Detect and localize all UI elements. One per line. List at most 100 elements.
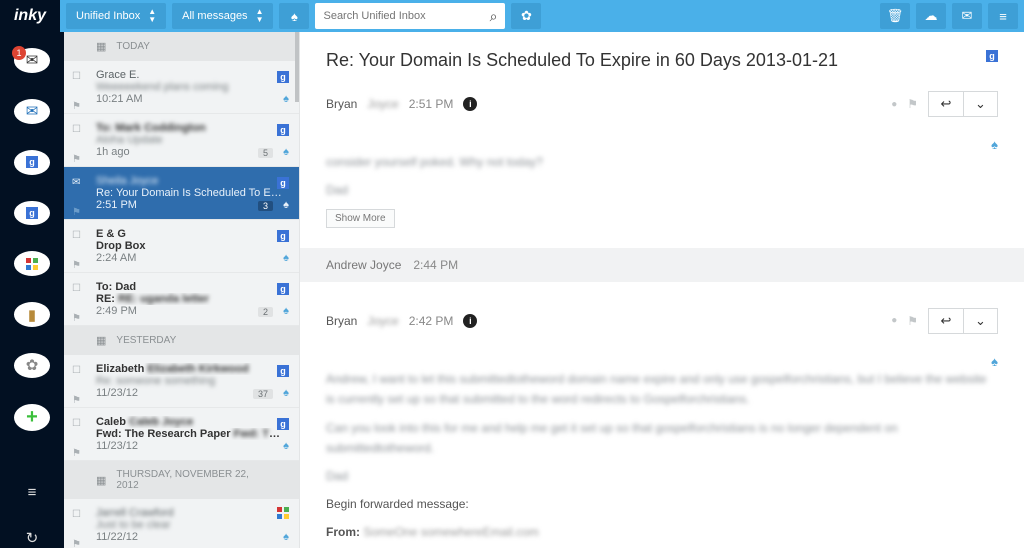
reply-icon: ↩	[941, 96, 952, 112]
search-field[interactable]: ⌕	[315, 3, 505, 29]
entry-time: 2:51 PM	[409, 97, 454, 111]
reply-button[interactable]: ↩	[929, 92, 963, 116]
checkbox-icon[interactable]: ☐	[72, 71, 81, 82]
source-icon: g	[277, 175, 289, 189]
flag-icon[interactable]: ⚑	[72, 101, 81, 112]
search-icon: ⌕	[490, 8, 498, 25]
inky-drop-icon: ♠	[991, 354, 998, 369]
hamburger-icon: ≡	[28, 484, 37, 501]
flag-icon[interactable]: ⚑	[72, 448, 81, 459]
flag-icon[interactable]: ⚑	[72, 154, 81, 165]
message-body: consider yourself poked. Why not today?	[326, 152, 998, 172]
list-item-selected[interactable]: ✉ ⚑ Sheila Joyce Re: Your Domain Is Sche…	[64, 167, 299, 220]
checkbox-icon[interactable]: ☐	[72, 418, 81, 429]
rail-item-google-2[interactable]: g	[14, 201, 50, 226]
rail-item-google-1[interactable]: g	[14, 150, 50, 175]
entry-time: 2:44 PM	[413, 258, 458, 272]
reply-dropdown[interactable]: ⌄	[963, 309, 997, 333]
checkbox-icon[interactable]: ☐	[72, 283, 81, 294]
info-icon[interactable]: i	[463, 97, 477, 111]
list-item-subject: Aloha Update	[96, 134, 285, 146]
inky-drop-icon: ♠	[283, 531, 289, 543]
list-item[interactable]: ☐ ⚑ To: Mark Coddington Aloha Update 1h …	[64, 114, 299, 167]
thread-entry: Bryan Joyce 2:51 PM i ● ⚑ ↩ ⌄ ♠ consider…	[326, 91, 998, 228]
checkbox-icon[interactable]: ☐	[72, 365, 81, 376]
list-item-subject: Just to be clear	[96, 519, 285, 531]
rail-item-add-account[interactable]: +	[14, 404, 50, 431]
gear-icon: ✿	[521, 8, 532, 24]
move-button[interactable]: ✉	[952, 3, 982, 29]
settings-button[interactable]: ✿	[511, 3, 541, 29]
refresh-icon: ↻	[26, 529, 39, 547]
message-list[interactable]: ▦TODAY ☐ ⚑ Grace E. Weeeeekend plans com…	[64, 32, 300, 548]
show-more-button[interactable]: Show More	[326, 209, 395, 228]
reply-dropdown[interactable]: ⌄	[963, 92, 997, 116]
message-body: Andrew, I want to let this submittedtoth…	[326, 369, 998, 410]
dot-icon: ●	[891, 99, 897, 110]
list-item-subject: Drop Box	[96, 240, 285, 252]
rail-item-inbox[interactable]: ✉	[14, 99, 50, 124]
from-value: SomeOne somewhereEmail.com	[363, 525, 538, 539]
flag-icon[interactable]: ⚑	[72, 539, 81, 548]
message-body: Dad	[326, 180, 998, 200]
google-icon: g	[26, 207, 38, 219]
google-icon: g	[277, 283, 289, 295]
sender-name: Bryan	[326, 314, 357, 328]
source-icon: g	[277, 228, 289, 242]
rail-list-toggle[interactable]: ≡	[8, 483, 56, 503]
reply-button[interactable]: ↩	[929, 309, 963, 333]
flag-icon[interactable]: ⚑	[72, 260, 81, 271]
archive-button[interactable]: ☁	[916, 3, 946, 29]
checkbox-icon[interactable]: ☐	[72, 509, 81, 520]
inbox-selector[interactable]: Unified Inbox ▲▼	[66, 3, 166, 29]
list-item-from: Grace E.	[96, 69, 285, 81]
list-item-subject: Fwd: The Research Paper Fwd: The Researc…	[96, 428, 285, 440]
delete-button[interactable]: 🗑	[880, 3, 910, 29]
flag-icon[interactable]: ⚑	[72, 395, 81, 406]
list-item-subject: Weeeeekend plans coming	[96, 81, 285, 93]
hamburger-icon: ≡	[999, 9, 1007, 24]
flag-icon[interactable]: ⚑	[72, 207, 81, 218]
list-item[interactable]: ☐ ⚑ E & G Drop Box 2:24 AM g ♠	[64, 220, 299, 273]
message-title: Re: Your Domain Is Scheduled To Expire i…	[326, 50, 838, 71]
list-item-time: 11/23/12	[96, 440, 285, 452]
checkbox-icon[interactable]: ☐	[72, 124, 81, 135]
rail-item-settings[interactable]: ✿	[14, 353, 50, 378]
source-icon: g	[277, 69, 289, 83]
list-item[interactable]: ☐ ⚑ Elizabeth Elizabeth Kirkwood Re: som…	[64, 355, 299, 408]
mail-open-icon[interactable]: ✉	[72, 177, 80, 188]
inbox-selector-label: Unified Inbox	[76, 10, 140, 22]
flag-icon[interactable]: ⚑	[72, 313, 81, 324]
inky-drop-icon: ♠	[283, 93, 289, 105]
list-item[interactable]: ☐ ⚑ To: Dad RE: RE: uganda letter 2:49 P…	[64, 273, 299, 326]
message-body: Dad	[326, 466, 998, 486]
reply-group: ↩ ⌄	[928, 308, 998, 334]
relevance-button[interactable]: ♠	[279, 3, 309, 29]
list-item-from: E & G	[96, 228, 285, 240]
list-item[interactable]: ☐ ⚑ Jarrell Crawford Just to be clear 11…	[64, 499, 299, 548]
source-icon: g	[277, 416, 289, 430]
list-item[interactable]: ☐ ⚑ Grace E. Weeeeekend plans coming 10:…	[64, 61, 299, 114]
info-icon[interactable]: i	[463, 314, 477, 328]
list-item-from: Jarrell Crawford	[96, 507, 285, 519]
rail-sync-button[interactable]: ↻	[8, 528, 56, 548]
rail-item-contacts[interactable]: ▮	[14, 302, 50, 327]
calendar-icon: ▦	[96, 40, 106, 53]
filter-selector[interactable]: All messages ▲▼	[172, 3, 273, 29]
flag-icon[interactable]: ⚑	[907, 97, 918, 111]
flag-icon[interactable]: ⚑	[907, 314, 918, 328]
list-item-from: To: Dad	[96, 281, 285, 293]
menu-button[interactable]: ≡	[988, 3, 1018, 29]
list-item[interactable]: ☐ ⚑ Caleb Caleb Joyce Fwd: The Research …	[64, 408, 299, 461]
list-item-subject: Re: Your Domain Is Scheduled To Expire i…	[96, 187, 285, 199]
search-input[interactable]	[323, 10, 489, 22]
windows-icon	[26, 258, 38, 270]
thread-entry-collapsed[interactable]: Andrew Joyce 2:44 PM	[300, 248, 1024, 282]
rail-item-windows[interactable]	[14, 251, 50, 276]
list-item-from: To: Mark Coddington	[96, 122, 285, 134]
list-item-time: 2:51 PM	[96, 199, 285, 211]
inky-drop-icon: ♠	[283, 387, 289, 399]
rail-item-unified[interactable]: ✉ 1	[14, 48, 50, 73]
checkbox-icon[interactable]: ☐	[72, 230, 81, 241]
inky-drop-icon: ♠	[283, 305, 289, 317]
